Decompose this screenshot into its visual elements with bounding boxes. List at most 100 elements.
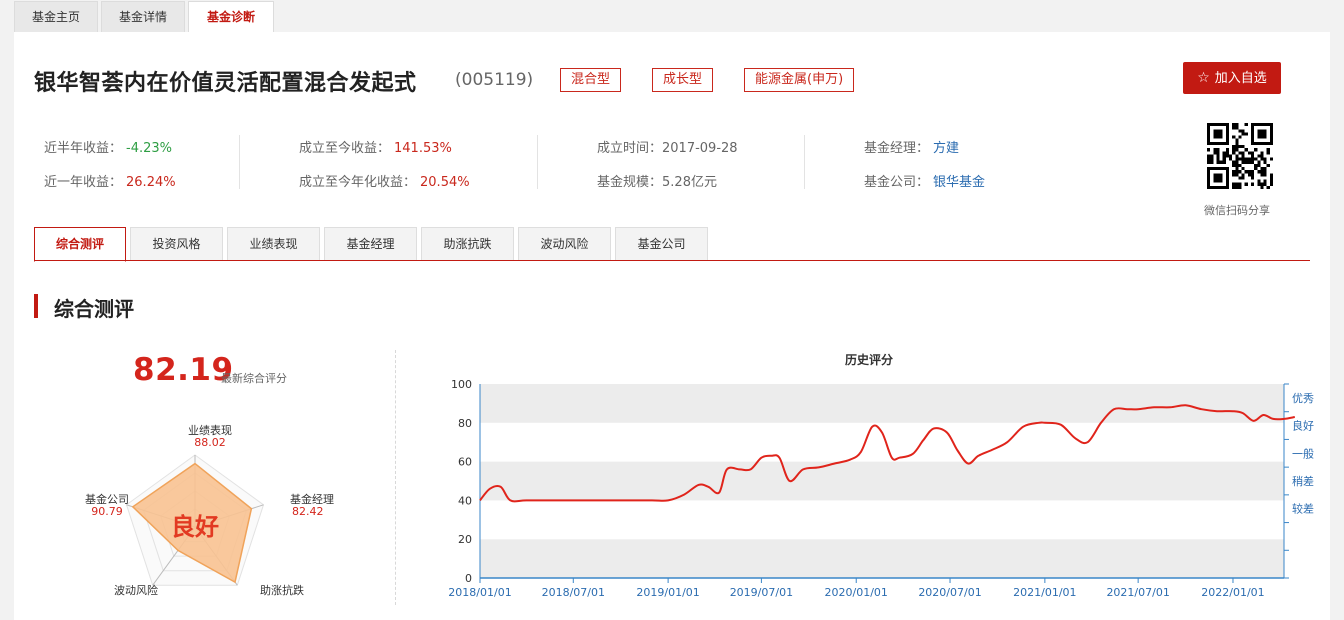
top-tab-bar: 基金主页 基金详情 基金诊断 <box>14 1 277 33</box>
radar-axis-value: 90.79 <box>91 505 123 518</box>
qr-module <box>1207 160 1211 164</box>
qr-module <box>1238 129 1242 133</box>
x-tick-label: 2020/07/01 <box>918 586 981 599</box>
subtab-performance[interactable]: 业绩表现 <box>227 227 320 261</box>
stat-fund-scale: 基金规模：5.28亿元 <box>597 171 717 190</box>
add-watchlist-button[interactable]: ☆ 加入自选 <box>1183 62 1281 94</box>
qr-module <box>1260 185 1264 189</box>
stat-label: 基金经理： <box>864 141 930 156</box>
qr-module <box>1257 182 1261 186</box>
qr-module <box>1263 167 1267 171</box>
qr-module <box>1232 185 1236 189</box>
tab-fund-home[interactable]: 基金主页 <box>14 1 99 32</box>
qr-finder <box>1213 173 1223 183</box>
qr-module <box>1238 182 1242 186</box>
qr-module <box>1232 163 1236 167</box>
qr-module <box>1241 132 1245 136</box>
qr-module <box>1229 154 1233 158</box>
tag-mixed[interactable]: 混合型 <box>560 68 622 92</box>
qr-module <box>1232 135 1236 139</box>
qr-module <box>1257 170 1261 174</box>
tab-fund-diagnosis[interactable]: 基金诊断 <box>188 1 275 33</box>
tag-industry[interactable]: 能源金属(申万) <box>744 68 855 92</box>
y-tick-label: 20 <box>458 533 472 546</box>
qr-module <box>1235 126 1239 130</box>
qr-module <box>1247 160 1251 164</box>
overall-score: 82.19 <box>133 352 234 388</box>
qr-module <box>1210 157 1214 161</box>
stat-label: 基金公司： <box>864 175 930 190</box>
qr-module <box>1260 151 1264 155</box>
subtab-overall[interactable]: 综合测评 <box>34 227 126 262</box>
fund-name: 银华智荟内在价值灵活配置混合发起式 <box>34 71 417 96</box>
qr-module <box>1263 173 1267 177</box>
qr-module <box>1266 185 1270 189</box>
overall-score-label: 最新综合评分 <box>221 372 287 385</box>
qr-module <box>1216 148 1220 152</box>
qr-module <box>1210 154 1214 158</box>
qr-module <box>1266 151 1270 155</box>
qr-module <box>1251 182 1255 186</box>
stat-since-inception: 成立至今收益： 141.53% <box>299 137 452 156</box>
qr-module <box>1232 173 1236 177</box>
manager-link[interactable]: 方建 <box>933 141 959 156</box>
qr-module <box>1235 170 1239 174</box>
qr-module <box>1241 145 1245 149</box>
company-link[interactable]: 银华基金 <box>933 175 985 190</box>
stat-label: 基金规模： <box>597 175 663 190</box>
qr-module <box>1216 160 1220 164</box>
subtab-manager[interactable]: 基金经理 <box>324 227 417 261</box>
qr-module <box>1254 163 1258 167</box>
radar-axis-value: 88.02 <box>194 436 226 449</box>
qr-module <box>1207 148 1211 152</box>
qr-module <box>1232 148 1236 152</box>
qr-module <box>1244 170 1248 174</box>
qr-module <box>1225 151 1229 155</box>
y-tick-label: 0 <box>465 572 472 585</box>
stat-value: -4.23% <box>126 141 173 156</box>
right-axis-label: 较差 <box>1292 502 1314 516</box>
qr-module <box>1235 123 1239 127</box>
subtab-volatility[interactable]: 波动风险 <box>518 227 611 261</box>
radar-axis-label: 业绩表现 <box>188 423 232 437</box>
qr-module <box>1251 173 1255 177</box>
subtab-company[interactable]: 基金公司 <box>615 227 708 261</box>
qr-finder <box>1213 129 1223 139</box>
divider <box>804 135 805 189</box>
divider <box>395 350 396 605</box>
radar-axis-label: 基金经理 <box>290 492 334 506</box>
qr-module <box>1257 160 1261 164</box>
chart-bands <box>480 384 1284 578</box>
qr-module <box>1241 157 1245 161</box>
qr-module <box>1232 182 1236 186</box>
stat-one-year: 近一年收益： 26.24% <box>44 171 176 190</box>
qr-module <box>1241 154 1245 158</box>
qr-module <box>1241 160 1245 164</box>
qr-module <box>1241 176 1245 180</box>
qr-module <box>1225 148 1229 152</box>
y-tick-label: 100 <box>451 378 472 391</box>
qr-module <box>1260 173 1264 177</box>
radar-axis-label: 基金公司 <box>85 492 129 506</box>
subtab-resilience[interactable]: 助涨抗跌 <box>421 227 514 261</box>
qr-finder <box>1257 129 1267 139</box>
subtab-style[interactable]: 投资风格 <box>130 227 223 261</box>
qr-module <box>1244 182 1248 186</box>
qr-module <box>1210 160 1214 164</box>
qr-module <box>1222 157 1226 161</box>
qr-module <box>1222 151 1226 155</box>
chart-band <box>480 500 1284 540</box>
qr-module <box>1266 163 1270 167</box>
qr-module <box>1260 182 1264 186</box>
stat-value: 20.54% <box>420 175 470 190</box>
tab-fund-detail[interactable]: 基金详情 <box>101 1 186 32</box>
tag-growth[interactable]: 成长型 <box>652 68 714 92</box>
qr-module <box>1235 167 1239 171</box>
x-tick-label: 2019/01/01 <box>636 586 699 599</box>
x-tick-label: 2021/01/01 <box>1013 586 1076 599</box>
qr-module <box>1238 163 1242 167</box>
qr-module <box>1244 123 1248 127</box>
qr-module <box>1232 123 1236 127</box>
qr-module <box>1235 160 1239 164</box>
qr-module <box>1238 185 1242 189</box>
